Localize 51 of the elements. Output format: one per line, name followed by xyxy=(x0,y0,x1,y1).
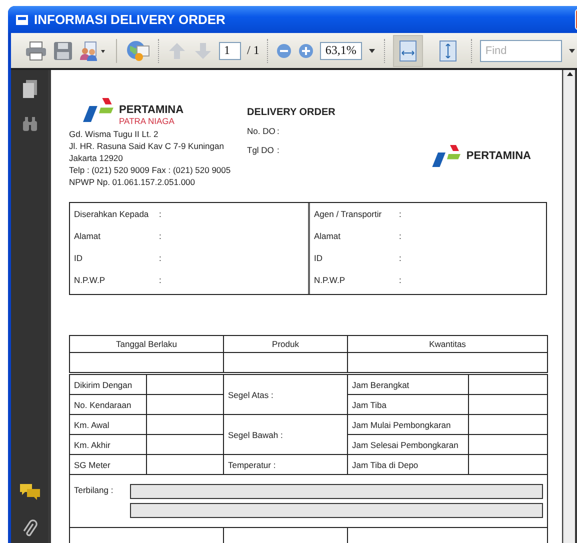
field-separator: : xyxy=(277,126,280,136)
zoom-field[interactable]: 63,1% xyxy=(320,42,362,60)
company-subtitle: PATRA NIAGA xyxy=(119,116,176,126)
column-header: Tanggal Berlaku xyxy=(70,336,224,352)
table-cell: Jam Mulai Pembongkaran xyxy=(348,414,468,434)
table-cell: Segel Bawah : xyxy=(224,414,348,454)
table-cell: Km. Akhir xyxy=(70,434,146,454)
field-label: Tgl DO xyxy=(247,145,275,155)
column-header: Kwantitas xyxy=(348,336,548,352)
address-line: Gd. Wisma Tugu II Lt. 2 xyxy=(69,129,160,140)
window-title: INFORMASI DELIVERY ORDER xyxy=(34,12,226,27)
field-label: N.P.W.P xyxy=(74,275,106,286)
table-cell: Jam Tiba di Depo xyxy=(348,454,468,474)
table-cell: No. Kendaraan xyxy=(70,394,146,414)
table-cell: Jam Berangkat xyxy=(348,374,468,394)
field-label: Agen / Transportir xyxy=(314,209,383,220)
document-title: DELIVERY ORDER xyxy=(247,107,336,118)
field-separator: : xyxy=(277,145,280,155)
field-label: No. DO xyxy=(247,126,276,136)
company-name: PERTAMINA xyxy=(466,150,531,162)
field-label: N.P.W.P xyxy=(314,275,346,286)
field-separator: : xyxy=(159,231,162,242)
address-line: Jakarta 12920 xyxy=(69,153,124,164)
address-line: NPWP Np. 01.061.157.2.051.000 xyxy=(69,177,196,188)
field-separator: : xyxy=(399,209,402,220)
field-separator: : xyxy=(159,209,162,220)
page-total: / 1 xyxy=(247,43,260,58)
column-header: Produk xyxy=(224,336,348,352)
table-cell: SG Meter xyxy=(70,454,146,474)
terbilang-label: Terbilang : xyxy=(74,484,114,495)
table-cell: Jam Tiba xyxy=(348,394,468,414)
address-line: Jl. HR. Rasuna Said Kav C 7-9 Kuningan xyxy=(69,141,225,152)
table-cell: Dikirim Dengan xyxy=(70,374,146,394)
field-separator: : xyxy=(399,231,402,242)
field-label: ID xyxy=(314,253,324,264)
field-label: Diserahkan Kepada xyxy=(74,209,150,220)
field-separator: : xyxy=(399,275,402,286)
find-field[interactable]: Find xyxy=(480,40,562,62)
page-number-field[interactable]: 1 xyxy=(219,42,241,60)
field-separator: : xyxy=(159,253,162,264)
table-cell: Jam Selesai Pembongkaran xyxy=(348,434,468,454)
table-cell: Temperatur : xyxy=(224,454,348,474)
field-separator: : xyxy=(159,275,162,286)
address-line: Telp : (021) 520 9009 Fax : (021) 520 9005 xyxy=(69,165,232,176)
field-label: ID xyxy=(74,253,84,264)
table-cell: Km. Awal xyxy=(70,414,146,434)
field-separator: : xyxy=(399,253,402,264)
table-cell: Segel Atas : xyxy=(224,374,348,414)
field-label: Alamat xyxy=(314,231,342,242)
company-name: PERTAMINA xyxy=(119,104,184,116)
field-label: Alamat xyxy=(74,231,102,242)
